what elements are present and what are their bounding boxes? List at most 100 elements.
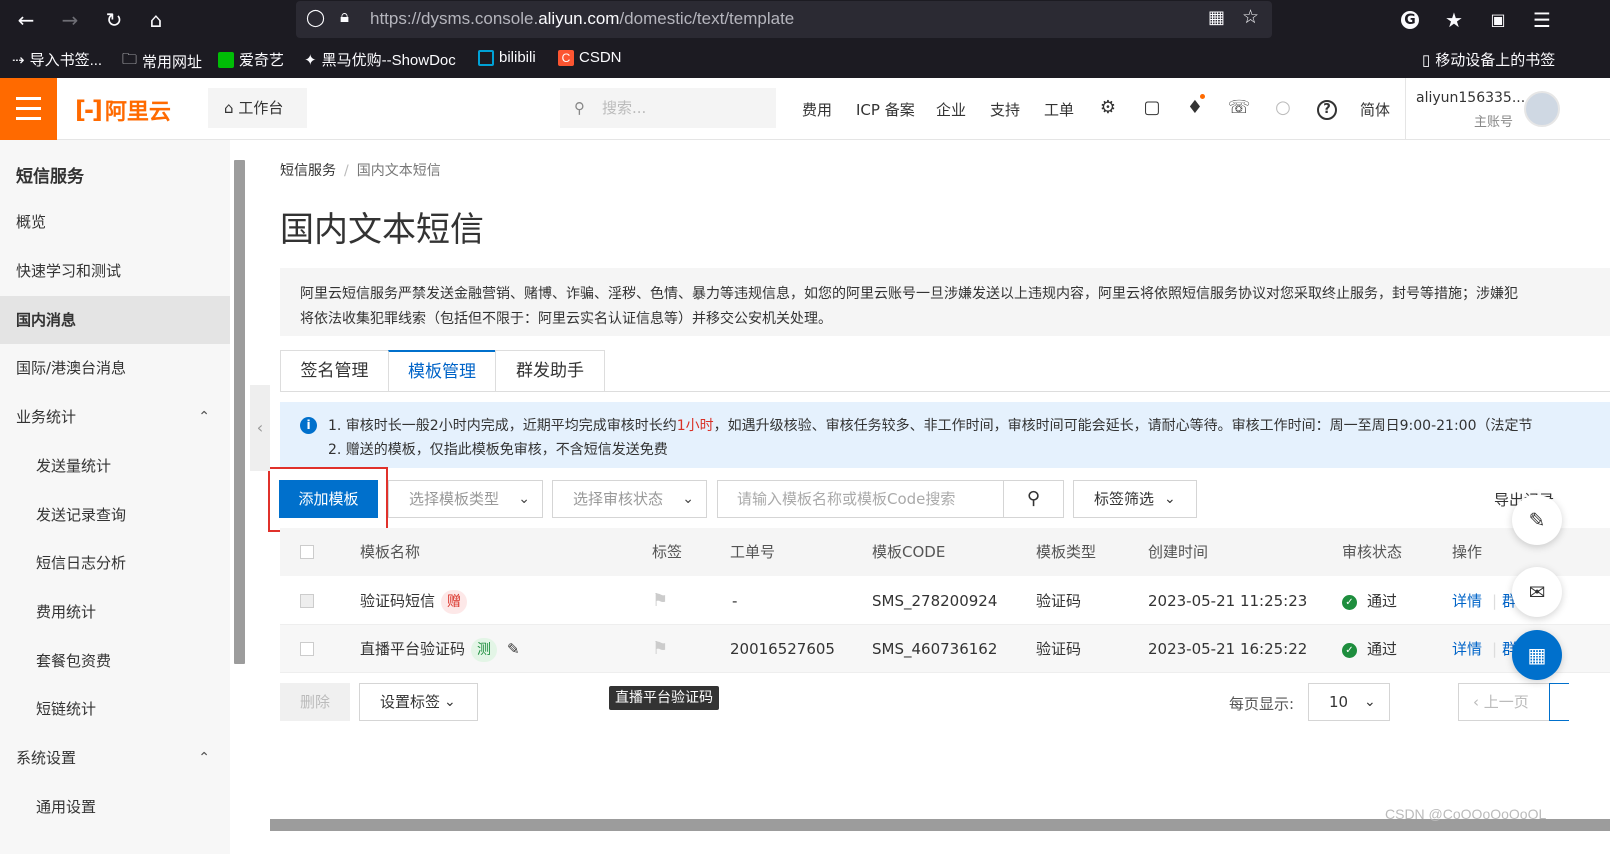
help-icon[interactable]: ? xyxy=(1315,96,1339,120)
nav-support[interactable]: 支持 xyxy=(990,99,1020,120)
warning-line: 阿里云短信服务严禁发送金融营销、赌博、诈骗、淫秽、色情、暴力等违规信息，如您的阿… xyxy=(300,286,1518,302)
watermark: CSDN @CoOOoOoOoOL xyxy=(1385,806,1547,822)
sidebar-item-cost-stats[interactable]: 费用统计 xyxy=(0,588,230,636)
bookmark-common[interactable]: 🗀︎ 常用网址 xyxy=(122,49,202,74)
tab-divider xyxy=(280,391,1610,392)
status-cell: ✓ 通过 xyxy=(1342,577,1397,625)
reload-icon[interactable]: ↻ xyxy=(100,6,128,34)
star-icon[interactable]: ☆ xyxy=(1242,6,1259,28)
sidebar-item-overview[interactable]: 概览 xyxy=(0,198,230,246)
sidebar-item-packages[interactable]: 套餐包资费 xyxy=(0,637,230,685)
home-icon[interactable]: ⌂ xyxy=(142,6,170,34)
forward-icon[interactable]: → xyxy=(56,6,84,34)
edit-icon[interactable]: ✎ xyxy=(507,640,520,658)
template-name-cell: 直播平台验证码测 ✎ xyxy=(360,625,520,673)
sidebar-item-quickstart[interactable]: 快速学习和测试 xyxy=(0,247,230,295)
sidebar-scrollbar[interactable] xyxy=(234,160,245,664)
page-number-button[interactable] xyxy=(1549,683,1569,721)
sidebar: 短信服务 概览 快速学习和测试 国内消息 国际/港澳台消息 业务统计 ⌃ 发送量统… xyxy=(0,140,230,854)
bookmark-bilibili[interactable]: bilibili xyxy=(478,49,536,66)
row-checkbox[interactable] xyxy=(300,594,314,608)
ticket-cell: 20016527605 xyxy=(730,640,835,658)
bell-icon[interactable]: ♦ xyxy=(1183,94,1207,120)
cart-icon[interactable]: ☏ xyxy=(1227,96,1251,120)
bookmark-iqiyi[interactable]: 爱奇艺 xyxy=(218,49,284,70)
notice-line-2: 2. 赠送的模板，仅指此模板免审核，不含短信发送免费 xyxy=(328,442,668,458)
set-tag-button[interactable]: 设置标签 ⌄ xyxy=(359,683,478,721)
sidebar-item-label: 国际/港澳台消息 xyxy=(16,359,127,377)
bookmark-csdn[interactable]: C CSDN xyxy=(558,49,622,66)
hamburger-icon-bar xyxy=(16,107,41,110)
sidebar-item-send-records[interactable]: 发送记录查询 xyxy=(0,491,230,539)
avatar[interactable] xyxy=(1524,91,1560,127)
back-icon[interactable]: ← xyxy=(12,6,40,34)
nav-icp[interactable]: ICP 备案 xyxy=(856,99,915,120)
sidebar-item-shortlink[interactable]: 短链统计 xyxy=(0,685,230,733)
tag-icon[interactable]: ⚑ xyxy=(652,577,668,625)
sidebar-item-domestic[interactable]: 国内消息 xyxy=(0,296,230,344)
details-link[interactable]: 详情 xyxy=(1452,577,1482,625)
template-name: 验证码短信 xyxy=(360,592,436,610)
breadcrumb-item[interactable]: 短信服务 xyxy=(280,163,336,179)
chevron-down-icon: ⌄ xyxy=(444,694,456,710)
tab-template[interactable]: 模板管理 xyxy=(388,350,496,392)
lock-icon[interactable]: 🔒︎ xyxy=(340,7,349,27)
select-all-checkbox[interactable] xyxy=(300,545,314,559)
check-circle-icon: ✓ xyxy=(1342,595,1357,610)
sidebar-item-send-volume[interactable]: 发送量统计 xyxy=(0,442,230,490)
sidebar-item-general-settings[interactable]: 通用设置 xyxy=(0,783,230,831)
sidebar-item-business-stats[interactable]: 业务统计 ⌃ xyxy=(0,393,230,441)
search-button[interactable]: ⚲ xyxy=(1003,480,1064,518)
sidebar-item-international[interactable]: 国际/港澳台消息 xyxy=(0,344,230,392)
address-bar[interactable]: ◯ 🔒︎ https://dysms.console.aliyun.com/do… xyxy=(296,1,1272,38)
bookmark-showdoc[interactable]: ✦ 黑马优购--ShowDoc xyxy=(304,49,456,70)
status-text: 通过 xyxy=(1367,592,1398,610)
global-search-input[interactable]: ⚲ 搜索... xyxy=(560,88,776,128)
reader-icon[interactable]: ▣ xyxy=(1484,6,1512,34)
lightbulb-icon[interactable]: ○ xyxy=(1271,96,1295,120)
sidebar-item-log-analysis[interactable]: 短信日志分析 xyxy=(0,539,230,587)
apps-grid-icon: ▦ xyxy=(1527,643,1547,667)
details-link[interactable]: 详情 xyxy=(1452,625,1482,673)
add-template-button[interactable]: 添加模板 xyxy=(279,480,378,518)
home-icon: ⌂ xyxy=(224,99,234,117)
language-switch[interactable]: 简体 xyxy=(1360,99,1390,120)
aliyun-logo[interactable]: [-] 阿里云 xyxy=(75,94,171,126)
apps-button[interactable]: ▦ xyxy=(1512,630,1562,680)
tag-icon[interactable]: ⚑ xyxy=(652,625,668,673)
extensions-icon[interactable]: ★ xyxy=(1440,6,1468,34)
user-menu[interactable]: aliyun156335... 主账号 xyxy=(1405,78,1560,140)
tab-signature[interactable]: 签名管理 xyxy=(280,350,389,392)
shield-icon[interactable]: ◯ xyxy=(306,8,325,28)
qr-code-icon[interactable]: ▦ xyxy=(1208,7,1225,28)
ai-assistant-icon[interactable]: ⚙ xyxy=(1096,96,1120,120)
page-size-select[interactable]: 10 ⌄ xyxy=(1308,683,1390,721)
nav-enterprise[interactable]: 企业 xyxy=(936,99,966,120)
template-search-input[interactable]: 请输入模板名称或模板Code搜索 xyxy=(717,480,1004,518)
nav-ticket[interactable]: 工单 xyxy=(1044,99,1074,120)
sidebar-collapse-button[interactable]: ‹ xyxy=(250,385,270,471)
hamburger-menu-button[interactable] xyxy=(0,78,57,140)
delete-button[interactable]: 删除 xyxy=(280,683,350,721)
feedback-edit-button[interactable]: ✎ xyxy=(1512,495,1562,545)
row-checkbox[interactable] xyxy=(300,642,314,656)
notification-dot xyxy=(1200,94,1205,99)
table-header: 模板名称 标签 工单号 模板CODE 模板类型 创建时间 审核状态 操作 xyxy=(280,528,1610,576)
terminal-icon[interactable]: ▢ xyxy=(1140,96,1164,120)
breadcrumb-current: 国内文本短信 xyxy=(356,163,441,179)
mobile-bookmarks[interactable]: ▯ 移动设备上的书签 xyxy=(1422,49,1555,70)
review-status-select[interactable]: 选择审核状态 ⌄ xyxy=(552,480,707,518)
bookmark-import[interactable]: ⇢ 导入书签... xyxy=(12,49,102,70)
code-cell: SMS_278200924 xyxy=(872,592,998,610)
nav-billing[interactable]: 费用 xyxy=(802,99,832,120)
sidebar-item-system-settings[interactable]: 系统设置 ⌃ xyxy=(0,734,230,782)
template-type-select[interactable]: 选择模板类型 ⌄ xyxy=(388,480,543,518)
tab-bulk-send[interactable]: 群发助手 xyxy=(495,350,605,392)
chat-button[interactable]: ✉ xyxy=(1512,567,1562,617)
tag-filter-select[interactable]: 标签筛选 ⌄ xyxy=(1073,480,1197,518)
grammarly-icon[interactable]: G xyxy=(1396,6,1424,34)
col-ticket: 工单号 xyxy=(730,543,776,561)
menu-icon[interactable]: ☰ xyxy=(1528,6,1556,34)
prev-page-button[interactable]: ‹ 上一页 xyxy=(1458,683,1550,721)
workbench-button[interactable]: ⌂ 工作台 xyxy=(208,88,307,128)
